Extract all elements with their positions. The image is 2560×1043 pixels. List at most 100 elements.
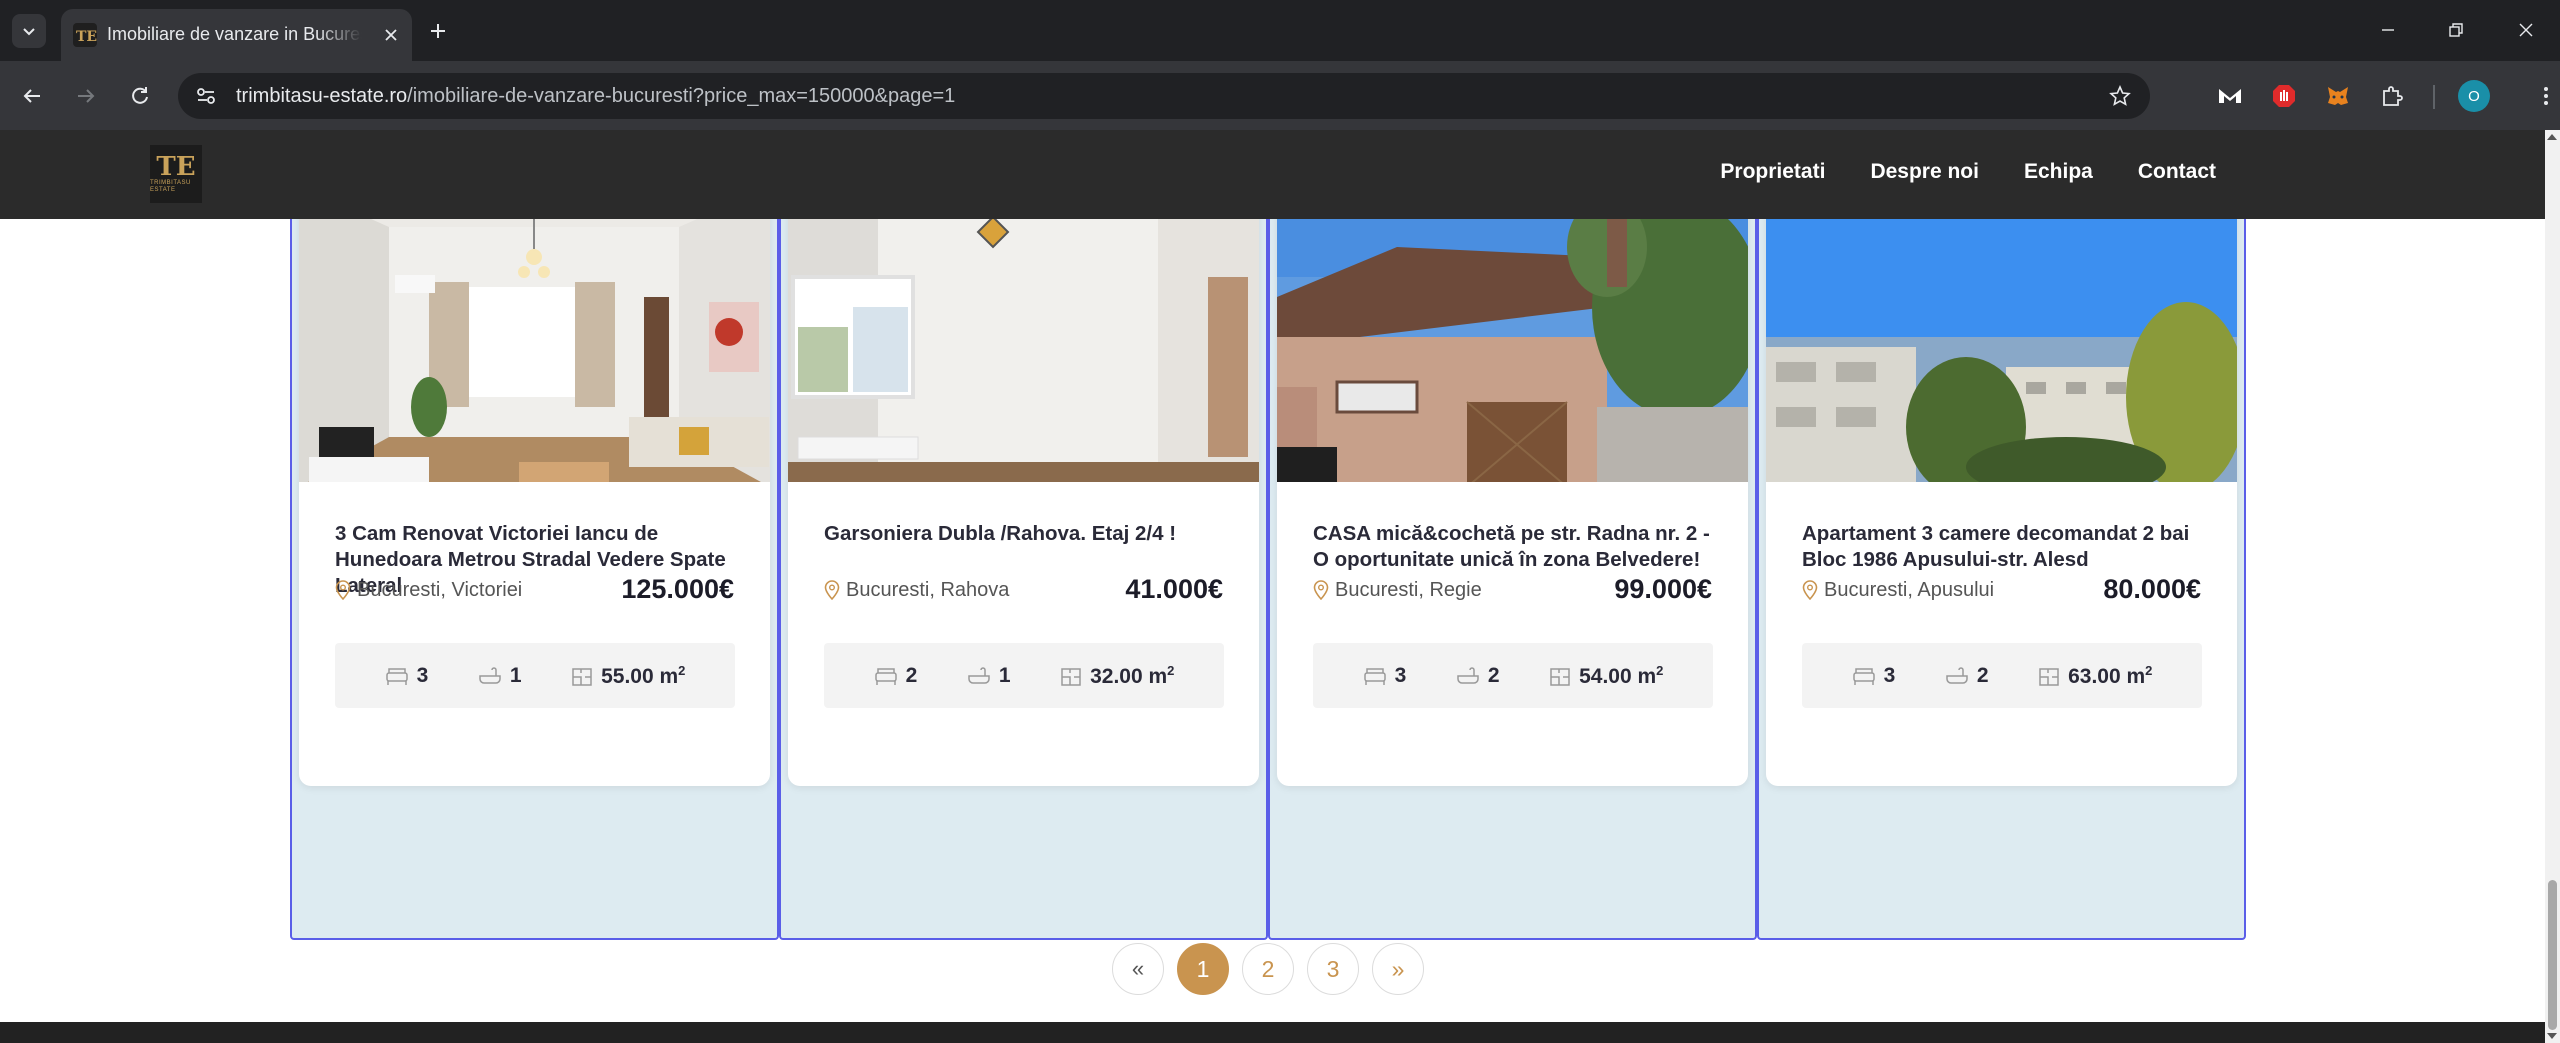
floorplan-icon: [1061, 667, 1081, 686]
close-window-button[interactable]: [2504, 10, 2548, 50]
baths-feature: 1: [478, 664, 522, 688]
nav-echipa[interactable]: Echipa: [2024, 160, 2093, 184]
new-tab-button[interactable]: [421, 14, 455, 48]
forward-button[interactable]: [68, 78, 104, 114]
scrollbar-thumb[interactable]: [2548, 880, 2557, 1030]
metamask-extension-icon[interactable]: [2320, 78, 2356, 114]
floorplan-icon: [2039, 667, 2059, 686]
pagination-page-2[interactable]: 2: [1242, 943, 1294, 995]
area-feature: 32.00 m2: [1060, 663, 1174, 689]
nav-despre-noi[interactable]: Despre noi: [1870, 160, 1979, 184]
listing-card[interactable]: 3 Cam Renovat Victoriei Iancu de Hunedoa…: [299, 187, 770, 786]
map-pin-icon: [1313, 580, 1329, 600]
listing-photo[interactable]: [1277, 187, 1748, 482]
floorplan-icon: [572, 667, 592, 686]
mailbird-extension-icon[interactable]: [2212, 78, 2248, 114]
rooms-feature: 2: [874, 663, 918, 688]
reload-icon: [132, 87, 148, 104]
site-info-icon[interactable]: [192, 82, 220, 110]
pagination-page-3[interactable]: 3: [1307, 943, 1359, 995]
baths-count: 1: [998, 663, 1011, 687]
listing-card[interactable]: Apartament 3 camere decomandat 2 bai Blo…: [1766, 187, 2237, 786]
scroll-down-arrow-icon[interactable]: [2547, 1033, 2557, 1039]
address-bar[interactable]: trimbitasu-estate.ro/imobiliare-de-vanza…: [178, 73, 2150, 119]
arrow-right-icon: [78, 89, 95, 103]
tab-close-icon[interactable]: [377, 21, 405, 49]
back-button[interactable]: [14, 78, 50, 114]
rooms-count: 3: [1883, 663, 1896, 687]
browser-toolbar: trimbitasu-estate.ro/imobiliare-de-vanza…: [0, 61, 2560, 130]
scroll-up-arrow-icon[interactable]: [2547, 134, 2557, 140]
area-value: 63.00 m2: [2068, 662, 2153, 688]
location-text: Bucuresti, Rahova: [846, 578, 1010, 601]
tab-search-button[interactable]: [12, 14, 46, 48]
listing-price: 99.000€: [1614, 574, 1712, 604]
listing-card[interactable]: Garsoniera Dubla /Rahova. Etaj 2/4 ! Buc…: [788, 187, 1259, 786]
rooms-count: 2: [905, 663, 918, 687]
listing-features: 3 1 55.00 m2: [335, 643, 735, 708]
active-tab[interactable]: TE Imobiliare de vanzare in Bucuresti: [61, 9, 412, 61]
minimize-button[interactable]: [2366, 10, 2410, 50]
map-pin-icon: [824, 580, 840, 600]
rooms-feature: 3: [1852, 663, 1896, 688]
listing-photo[interactable]: [1766, 187, 2237, 482]
listing-column: CASA mică&cochetă pe str. Radna nr. 2 - …: [1268, 187, 1757, 940]
listing-photo[interactable]: [299, 187, 770, 482]
area-value: 32.00 m2: [1090, 662, 1175, 688]
listing-location: Bucuresti, Regie: [1313, 577, 1482, 603]
listing-card[interactable]: CASA mică&cochetă pe str. Radna nr. 2 - …: [1277, 187, 1748, 786]
area-value: 55.00 m2: [601, 662, 686, 688]
listing-title[interactable]: Garsoniera Dubla /Rahova. Etaj 2/4 !: [824, 521, 1234, 547]
listing-title[interactable]: Apartament 3 camere decomandat 2 bai Blo…: [1802, 521, 2212, 573]
area-feature: 54.00 m2: [1549, 663, 1663, 689]
rooms-feature: 3: [385, 664, 428, 688]
bed-icon: [1363, 667, 1386, 685]
site-header: TE TRIMBITASU ESTATE Proprietati Despre …: [0, 130, 2545, 219]
location-text: Bucuresti, Regie: [1335, 578, 1482, 601]
url-text[interactable]: trimbitasu-estate.ro/imobiliare-de-vanza…: [236, 85, 955, 108]
browser-tab-strip: TE Imobiliare de vanzare in Bucuresti: [0, 0, 2560, 61]
page-scrollbar[interactable]: [2545, 130, 2560, 1043]
rooms-count: 3: [1394, 663, 1407, 687]
baths-count: 2: [1976, 663, 1989, 687]
footer-top-edge: [0, 1022, 2545, 1043]
bookmark-star-icon[interactable]: [2106, 82, 2134, 110]
nav-contact[interactable]: Contact: [2138, 160, 2216, 184]
listing-location: Bucuresti, Apusului: [1802, 577, 1994, 603]
logo-subtext: TRIMBITASU ESTATE: [150, 180, 191, 193]
area-feature: 63.00 m2: [2038, 663, 2152, 689]
nav-proprietati[interactable]: Proprietati: [1720, 160, 1825, 184]
url-path: /imobiliare-de-vanzare-bucuresti?price_m…: [407, 85, 956, 107]
plus-icon: [431, 24, 445, 38]
baths-feature: 1: [967, 664, 1011, 688]
listing-column: 3 Cam Renovat Victoriei Iancu de Hunedoa…: [290, 187, 779, 940]
bathtub-icon: [968, 666, 990, 684]
listing-price: 41.000€: [1125, 574, 1223, 604]
listing-features: 3 2 63.00 m2: [1802, 643, 2202, 708]
listing-price: 125.000€: [621, 574, 734, 604]
profile-avatar[interactable]: O: [2458, 80, 2490, 112]
main-nav: Proprietati Despre noi Echipa Contact: [1720, 160, 2216, 184]
listing-photo[interactable]: [788, 187, 1259, 482]
pagination-page-1[interactable]: 1: [1177, 943, 1229, 995]
adblock-extension-icon[interactable]: [2266, 78, 2302, 114]
site-favicon-icon: TE: [73, 23, 97, 47]
pagination-next[interactable]: »: [1372, 943, 1424, 995]
listing-title[interactable]: CASA mică&cochetă pe str. Radna nr. 2 - …: [1313, 521, 1723, 573]
listing-features: 2 1 32.00 m2: [824, 643, 1224, 708]
baths-feature: 2: [1456, 664, 1500, 688]
site-logo[interactable]: TE TRIMBITASU ESTATE: [150, 145, 202, 203]
pagination-prev[interactable]: «: [1112, 943, 1164, 995]
baths-feature: 2: [1945, 664, 1989, 688]
extensions-puzzle-icon[interactable]: [2374, 78, 2410, 114]
listing-column: Apartament 3 camere decomandat 2 bai Blo…: [1757, 187, 2246, 940]
bathtub-icon: [1946, 666, 1968, 684]
svg-text:TE: TE: [76, 29, 97, 45]
area-value: 54.00 m2: [1579, 662, 1664, 688]
url-host: trimbitasu-estate.ro: [236, 85, 408, 107]
chrome-menu-icon[interactable]: [2528, 78, 2560, 114]
restore-button[interactable]: [2434, 10, 2478, 50]
reload-button[interactable]: [122, 78, 158, 114]
baths-count: 2: [1487, 663, 1500, 687]
close-icon: [2519, 23, 2533, 37]
